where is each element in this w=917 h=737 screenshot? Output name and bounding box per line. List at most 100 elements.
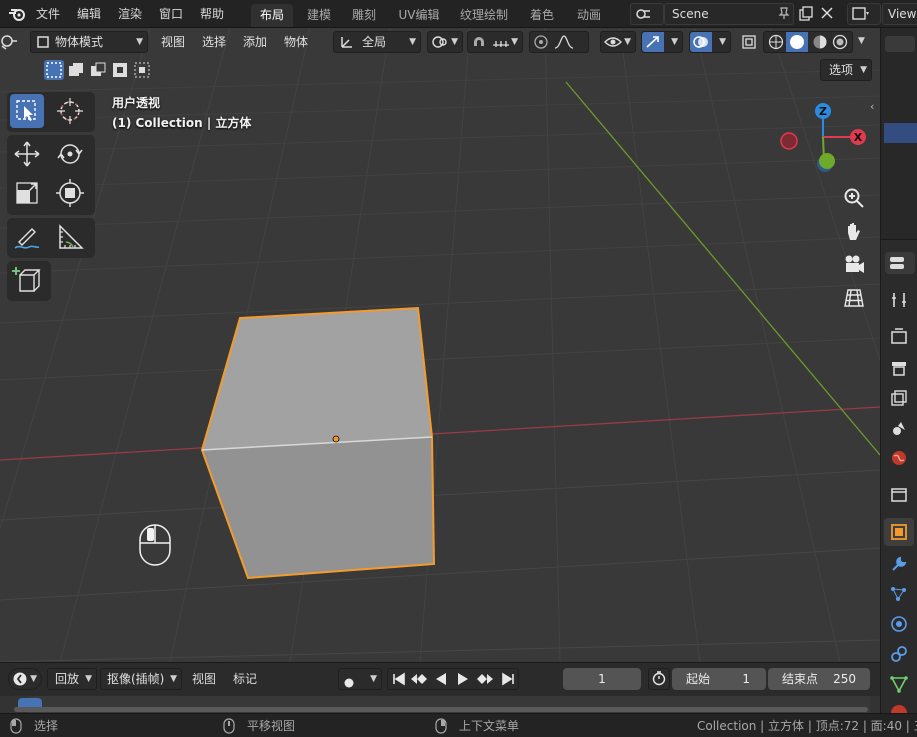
gizmo-icon[interactable] xyxy=(642,32,664,52)
playback-dropdown[interactable]: 回放 ▼ xyxy=(47,668,97,690)
menu-help[interactable]: 帮助 xyxy=(200,0,224,28)
snap-increment-icon[interactable] xyxy=(492,35,510,55)
menu-render[interactable]: 渲染 xyxy=(118,0,142,28)
tool-cursor[interactable] xyxy=(53,94,87,128)
select-intersect-icon[interactable] xyxy=(132,60,152,83)
tab-animation[interactable]: 动画 xyxy=(568,4,610,27)
material-shading-icon[interactable] xyxy=(812,34,828,56)
object-properties-tab[interactable] xyxy=(884,518,914,546)
solid-shading-icon[interactable] xyxy=(786,32,808,52)
outliner-selected-row[interactable] xyxy=(884,123,917,143)
snap-group[interactable]: ▼ xyxy=(467,31,523,53)
tab-sculpting[interactable]: 雕刻 xyxy=(344,4,384,27)
zoom-button[interactable] xyxy=(839,183,869,213)
view-layer-properties-icon[interactable] xyxy=(889,388,909,408)
visibility-dropdown[interactable]: ▼ xyxy=(600,31,636,53)
blender-logo-icon[interactable] xyxy=(8,6,26,25)
tool-annotate[interactable] xyxy=(10,220,44,254)
menu-window[interactable]: 窗口 xyxy=(159,0,183,28)
view-layer-name-field[interactable]: ViewL xyxy=(882,3,917,25)
wireframe-shading-icon[interactable] xyxy=(768,34,784,56)
timeline-editor-type-dropdown[interactable]: ▼ xyxy=(8,668,42,690)
material-properties-icon[interactable] xyxy=(889,702,909,713)
current-frame-field[interactable]: 1 xyxy=(563,668,641,690)
proportional-edit-icon[interactable] xyxy=(533,34,549,56)
world-properties-icon[interactable] xyxy=(889,448,909,468)
tab-uv-editing[interactable]: UV编辑 xyxy=(390,4,448,27)
tab-shading[interactable]: 着色 xyxy=(520,4,564,27)
options-dropdown[interactable]: 选项 ▼ xyxy=(820,59,872,81)
new-scene-icon[interactable] xyxy=(798,6,814,25)
outliner-filter-button[interactable] xyxy=(885,36,915,52)
gizmo-toggle[interactable]: ▼ xyxy=(641,31,683,53)
rendered-shading-icon[interactable] xyxy=(832,34,848,56)
auto-keying-toggle[interactable]: ▼ xyxy=(338,668,382,690)
jump-start-icon[interactable] xyxy=(392,672,406,692)
scene-properties-icon[interactable] xyxy=(889,418,909,438)
shading-options-chevron-icon[interactable]: ▼ xyxy=(858,36,876,46)
end-frame-field[interactable]: 结束点 250 xyxy=(768,668,870,690)
tool-measure[interactable] xyxy=(53,220,87,254)
render-properties-icon[interactable] xyxy=(889,326,909,346)
prev-keyframe-icon[interactable] xyxy=(410,672,428,692)
tool-select-box[interactable] xyxy=(10,94,44,128)
view-layer-type-dropdown[interactable] xyxy=(847,3,881,25)
menu-add[interactable]: 添加 xyxy=(243,28,267,56)
use-preview-range-toggle[interactable] xyxy=(648,668,670,690)
select-invert-icon[interactable] xyxy=(110,60,130,83)
tool-move[interactable] xyxy=(10,137,44,171)
timeline-menu-marker[interactable]: 标记 xyxy=(233,667,257,691)
timeline-menu-view[interactable]: 视图 xyxy=(192,667,216,691)
physics-properties-icon[interactable] xyxy=(889,614,909,634)
pivot-dropdown[interactable]: ▼ xyxy=(427,31,463,53)
timeline-scrollbar[interactable] xyxy=(14,707,868,712)
mode-dropdown[interactable]: 物体模式 ▼ xyxy=(30,31,148,53)
select-subtract-icon[interactable] xyxy=(88,60,108,83)
properties-editor-type-button[interactable] xyxy=(885,252,915,274)
timeline-scrub-track[interactable] xyxy=(0,696,880,714)
next-keyframe-icon[interactable] xyxy=(476,672,494,692)
tab-texture-paint[interactable]: 纹理绘制 xyxy=(453,4,515,27)
select-new-icon[interactable] xyxy=(44,60,64,80)
select-extend-icon[interactable] xyxy=(66,60,86,83)
editor-type-icon[interactable] xyxy=(0,34,18,53)
pan-button[interactable] xyxy=(839,217,869,247)
tab-layout[interactable]: 布局 xyxy=(251,4,293,27)
tab-modeling[interactable]: 建模 xyxy=(299,4,339,27)
modifier-properties-icon[interactable] xyxy=(889,554,909,574)
tool-transform[interactable] xyxy=(53,176,87,210)
play-icon[interactable] xyxy=(456,672,470,692)
selection-mode-group[interactable] xyxy=(44,60,150,80)
transform-orientation-dropdown[interactable]: 全局 ▼ xyxy=(333,31,421,53)
sidebar-toggle-chevron-icon[interactable]: ‹ xyxy=(870,100,874,113)
xray-toggle-icon[interactable] xyxy=(741,34,757,53)
constraint-properties-icon[interactable] xyxy=(889,644,909,664)
proportional-edit-group[interactable] xyxy=(529,31,589,53)
overlays-icon[interactable] xyxy=(690,32,712,52)
tool-add-cube[interactable] xyxy=(10,263,44,297)
close-scene-icon[interactable] xyxy=(820,6,834,23)
menu-object[interactable]: 物体 xyxy=(284,28,308,56)
menu-select[interactable]: 选择 xyxy=(202,28,226,56)
scene-type-dropdown[interactable] xyxy=(630,3,664,25)
falloff-curve-icon[interactable] xyxy=(554,34,574,56)
jump-end-icon[interactable] xyxy=(501,672,515,692)
scene-name-field[interactable]: Scene xyxy=(664,3,794,25)
overlays-toggle[interactable]: ▼ xyxy=(689,31,731,53)
collection-properties-icon[interactable] xyxy=(889,484,909,504)
menu-file[interactable]: 文件 xyxy=(36,0,60,28)
pin-icon[interactable] xyxy=(777,6,791,26)
menu-edit[interactable]: 编辑 xyxy=(77,0,101,28)
data-properties-icon[interactable] xyxy=(889,674,909,694)
tool-rotate[interactable] xyxy=(53,137,87,171)
ortho-toggle-button[interactable] xyxy=(839,283,869,313)
camera-view-button[interactable] xyxy=(839,250,869,280)
play-reverse-icon[interactable] xyxy=(434,672,448,692)
output-properties-icon[interactable] xyxy=(889,358,909,378)
tool-scale[interactable] xyxy=(10,176,44,210)
start-frame-field[interactable]: 起始 1 xyxy=(672,668,766,690)
3d-viewport[interactable]: 物体模式 ▼ 视图 选择 添加 物体 全局 ▼ ▼ ▼ ▼ ▼ ▼ ▼ 选项 ▼… xyxy=(0,28,880,662)
keying-dropdown[interactable]: 抠像(插帧) ▼ xyxy=(100,668,182,690)
particle-properties-icon[interactable] xyxy=(889,584,909,604)
shading-mode-group[interactable] xyxy=(763,31,853,53)
